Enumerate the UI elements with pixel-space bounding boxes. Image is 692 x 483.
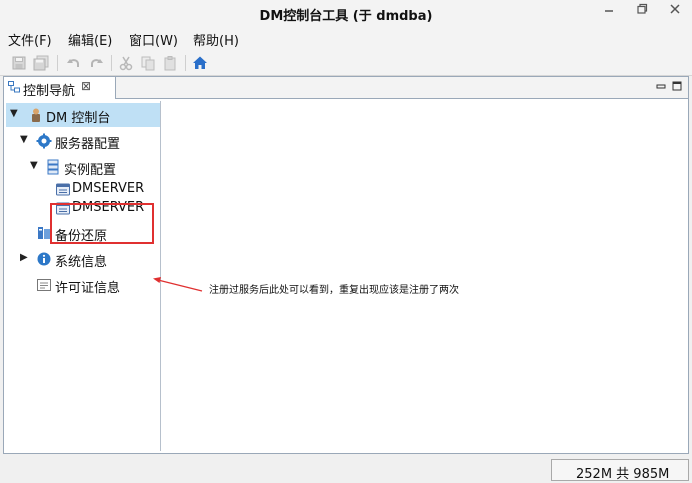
menu-bar: 文件(F) 编辑(E) 窗口(W) 帮助(H)	[0, 27, 692, 50]
toolbar-separator	[185, 55, 186, 71]
console-icon	[28, 107, 44, 123]
tree-label-root: DM 控制台	[46, 111, 111, 126]
annotation-text: 注册过服务后此处可以看到，重复出现应该是注册了两次	[209, 285, 459, 296]
redo-icon	[91, 59, 103, 67]
minimize-button[interactable]	[594, 2, 624, 22]
menu-file[interactable]: 文件(F)	[8, 30, 52, 49]
tree-label-instance: DMSERVER	[72, 181, 145, 196]
expand-arrow-icon[interactable]: ▼	[10, 108, 18, 119]
expand-arrow-icon[interactable]: ▼	[30, 160, 38, 171]
navigation-tree: ▼ DM 控制台 ▼ 服务器配置 ▼ 实例配置 DMSERVER DMSERVE…	[6, 101, 161, 451]
restore-icon	[637, 3, 648, 14]
panel-minimize-icon[interactable]	[656, 81, 666, 91]
tab-label: 控制导航	[23, 84, 76, 99]
copy-button[interactable]	[140, 55, 156, 71]
license-icon	[36, 277, 52, 293]
tree-label-license-info: 许可证信息	[55, 281, 121, 296]
status-bar: 252M 共 985M	[0, 456, 692, 483]
copy-icon	[141, 56, 155, 71]
navigation-panel: 控制导航 ⊠ ▼ DM 控制台 ▼ 服务器配置 ▼ 实例配置 DMSERVER …	[3, 76, 689, 454]
tree-label-instance-config: 实例配置	[64, 163, 117, 178]
undo-button[interactable]	[66, 55, 82, 71]
minimize-icon	[605, 10, 613, 12]
cut-icon	[119, 56, 133, 71]
tree-node-license-info[interactable]: 许可证信息	[6, 274, 160, 296]
tree-node-server-config[interactable]: ▼ 服务器配置	[6, 130, 160, 152]
menu-help[interactable]: 帮助(H)	[193, 30, 239, 49]
maximize-button[interactable]	[627, 2, 657, 22]
expand-arrow-icon[interactable]: ▼	[20, 134, 28, 145]
annotation-arrow-icon	[153, 277, 203, 292]
paste-button[interactable]	[162, 55, 178, 71]
toolbar-separator	[111, 55, 112, 71]
tab-control-navigation[interactable]: 控制导航 ⊠	[4, 77, 116, 99]
title-bar: DM控制台工具 (于 dmdba)	[0, 0, 692, 27]
console-window: DM控制台工具 (于 dmdba) 文件(F) 编辑(E) 窗口(W) 帮助(H…	[0, 0, 692, 483]
gear-icon	[36, 133, 52, 149]
cut-button[interactable]	[118, 55, 134, 71]
close-button[interactable]	[660, 2, 690, 22]
tree-node-system-info[interactable]: ▶ 系统信息	[6, 248, 160, 270]
toolbar-separator	[57, 55, 58, 71]
toolbar	[0, 50, 692, 76]
panel-maximize-icon[interactable]	[672, 81, 682, 91]
collapsed-arrow-icon[interactable]: ▶	[20, 252, 28, 263]
tab-close-icon[interactable]: ⊠	[81, 79, 91, 93]
database-instance-icon	[55, 181, 71, 197]
paste-icon	[164, 56, 176, 71]
save-icon	[12, 56, 26, 70]
navigation-icon	[8, 81, 20, 93]
panel-tab-strip: 控制导航 ⊠	[4, 77, 688, 99]
annotation-highlight-box	[50, 203, 154, 244]
memory-status: 252M 共 985M	[551, 459, 689, 482]
undo-icon	[67, 59, 79, 67]
tree-label-server-config: 服务器配置	[55, 137, 121, 152]
save-button[interactable]	[11, 55, 27, 71]
close-icon	[670, 4, 680, 14]
tree-node-instance-config[interactable]: ▼ 实例配置	[6, 156, 160, 178]
tree-node-root[interactable]: ▼ DM 控制台	[6, 104, 160, 126]
home-icon	[193, 56, 207, 69]
redo-button[interactable]	[88, 55, 104, 71]
menu-edit[interactable]: 编辑(E)	[68, 30, 112, 49]
save-all-button[interactable]	[33, 55, 49, 71]
menu-window[interactable]: 窗口(W)	[129, 30, 178, 49]
tree-label-system-info: 系统信息	[55, 255, 108, 270]
memory-usage-text: 252M 共 985M	[576, 467, 670, 482]
window-title: DM控制台工具 (于 dmdba)	[259, 9, 433, 24]
home-button[interactable]	[192, 55, 208, 71]
info-icon	[36, 251, 52, 267]
instance-list-icon	[45, 159, 61, 175]
save-all-icon	[33, 55, 49, 71]
